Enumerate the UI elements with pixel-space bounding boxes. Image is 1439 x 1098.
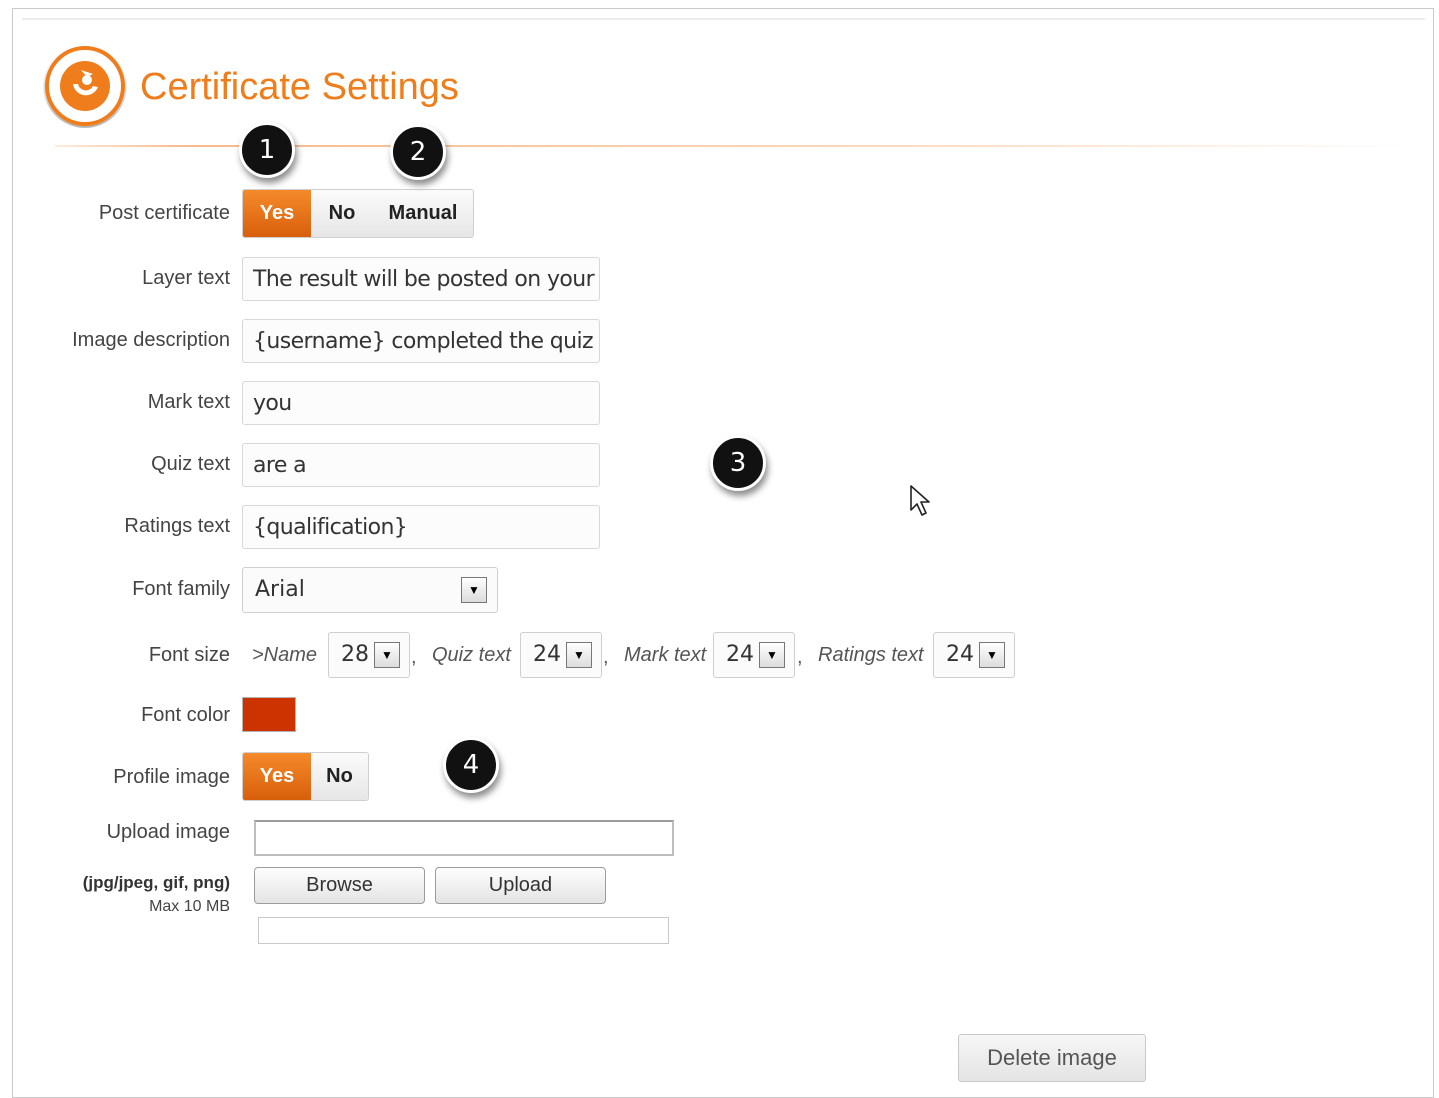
separator: ,	[797, 646, 803, 668]
browse-button[interactable]: Browse	[254, 867, 425, 904]
certificate-logo-icon	[45, 46, 125, 126]
mark-text-input[interactable]: you	[242, 381, 600, 425]
font-size-quiz-select[interactable]: 24 ▼	[520, 632, 602, 678]
annotation-marker-2: 2	[390, 124, 446, 180]
annotation-marker-1: 1	[239, 122, 295, 178]
upload-formats-text: (jpg/jpeg, gif, png)	[82, 873, 230, 892]
font-family-value: Arial	[255, 577, 305, 602]
upload-image-label: Upload image	[106, 821, 230, 843]
separator: ,	[603, 646, 609, 668]
font-size-mark-select[interactable]: 24 ▼	[713, 632, 795, 678]
page-title: Certificate Settings	[140, 66, 459, 108]
ratings-text-label: Ratings text	[124, 515, 230, 537]
quiz-text-label: Quiz text	[151, 453, 230, 475]
font-size-ratings-select[interactable]: 24 ▼	[933, 632, 1015, 678]
font-size-name-select[interactable]: 28 ▼	[328, 632, 410, 678]
layer-text-input[interactable]: The result will be posted on your v	[242, 257, 600, 301]
chevron-down-icon[interactable]: ▼	[566, 642, 592, 668]
post-certificate-yes-button[interactable]: Yes	[243, 190, 311, 237]
post-certificate-manual-button[interactable]: Manual	[373, 190, 473, 237]
font-size-name-label: >Name	[252, 644, 318, 666]
delete-image-button[interactable]: Delete image	[958, 1034, 1146, 1082]
chevron-down-icon[interactable]: ▼	[461, 577, 487, 603]
font-size-quiz-value: 24	[533, 642, 561, 667]
font-family-label: Font family	[132, 578, 230, 600]
post-certificate-label: Post certificate	[98, 202, 230, 224]
annotation-marker-3: 3	[710, 435, 766, 491]
image-description-label: Image description	[72, 329, 230, 351]
post-certificate-no-button[interactable]: No	[311, 190, 373, 237]
chevron-down-icon[interactable]: ▼	[374, 642, 400, 668]
image-description-input[interactable]: {username} completed the quiz he	[242, 319, 600, 363]
mouse-pointer-icon	[910, 485, 930, 516]
font-size-ratings-value: 24	[946, 642, 974, 667]
profile-image-label: Profile image	[113, 766, 230, 788]
font-size-quiz-label: Quiz text	[432, 644, 511, 666]
settings-panel	[12, 8, 1434, 1098]
mark-text-label: Mark text	[147, 391, 230, 413]
upload-max-size-text: Max 10 MB	[149, 898, 230, 915]
font-color-label: Font color	[141, 704, 230, 726]
profile-image-yes-button[interactable]: Yes	[243, 753, 311, 800]
upload-button[interactable]: Upload	[435, 867, 606, 904]
upload-progress-bar	[258, 917, 669, 944]
chevron-down-icon[interactable]: ▼	[759, 642, 785, 668]
font-size-mark-value: 24	[726, 642, 754, 667]
font-size-label: Font size	[148, 644, 230, 666]
font-color-swatch[interactable]	[242, 697, 296, 732]
upload-file-input[interactable]	[254, 820, 674, 856]
chevron-down-icon[interactable]: ▼	[979, 642, 1005, 668]
annotation-marker-4: 4	[443, 737, 499, 793]
profile-image-no-button[interactable]: No	[311, 753, 368, 800]
font-size-name-value: 28	[341, 642, 369, 667]
layer-text-label: Layer text	[142, 267, 230, 289]
post-certificate-toggle: Yes No Manual	[242, 189, 474, 238]
font-size-ratings-label: Ratings text	[818, 644, 924, 666]
profile-image-toggle: Yes No	[242, 752, 369, 801]
font-family-select[interactable]: Arial ▼	[242, 567, 498, 613]
quiz-text-input[interactable]: are a	[242, 443, 600, 487]
ratings-text-input[interactable]: {qualification}	[242, 505, 600, 549]
font-size-mark-label: Mark text	[624, 644, 707, 666]
separator: ,	[411, 646, 417, 668]
top-border	[22, 18, 1425, 20]
